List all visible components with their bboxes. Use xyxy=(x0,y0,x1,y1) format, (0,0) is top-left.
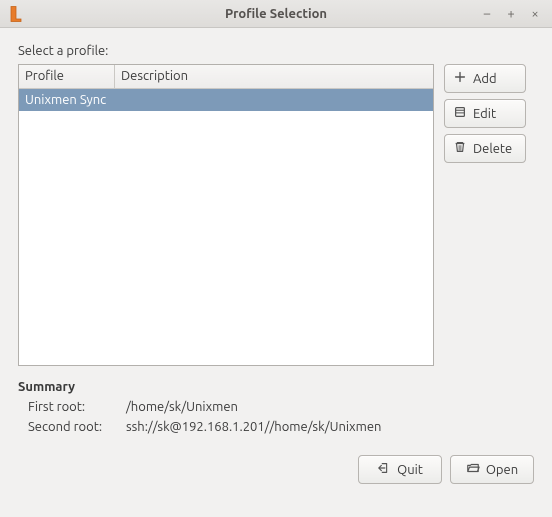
edit-icon xyxy=(453,105,467,122)
open-label: Open xyxy=(486,463,518,477)
plus-icon xyxy=(453,70,467,87)
second-root-value: ssh://sk@192.168.1.201//home/sk/Unixmen xyxy=(126,418,381,438)
minimize-button[interactable]: – xyxy=(480,7,494,21)
summary-first-root: First root: /home/sk/Unixmen xyxy=(28,398,534,418)
bottom-buttons: Quit Open xyxy=(18,455,534,484)
second-root-label: Second root: xyxy=(28,418,126,438)
first-root-label: First root: xyxy=(28,398,126,418)
open-icon xyxy=(466,461,480,478)
summary-section: Summary First root: /home/sk/Unixmen Sec… xyxy=(18,380,534,437)
profile-table[interactable]: Profile Description Unixmen Sync xyxy=(18,64,434,366)
app-icon xyxy=(6,4,26,24)
window-controls: – + × xyxy=(480,7,552,21)
close-button[interactable]: × xyxy=(528,7,542,21)
cell-profile: Unixmen Sync xyxy=(19,91,115,109)
table-header: Profile Description xyxy=(19,65,433,89)
select-profile-label: Select a profile: xyxy=(18,44,534,58)
titlebar: Profile Selection – + × xyxy=(0,0,552,28)
col-header-description[interactable]: Description xyxy=(115,65,433,88)
edit-label: Edit xyxy=(473,107,496,121)
window-title: Profile Selection xyxy=(0,7,552,21)
add-label: Add xyxy=(473,72,497,86)
summary-second-root: Second root: ssh://sk@192.168.1.201//hom… xyxy=(28,418,534,438)
maximize-button[interactable]: + xyxy=(504,7,518,21)
quit-icon xyxy=(377,461,391,478)
side-buttons: Add Edit Delete xyxy=(444,64,526,163)
delete-button[interactable]: Delete xyxy=(444,134,526,163)
main-row: Profile Description Unixmen Sync Add Edi… xyxy=(18,64,534,366)
quit-button[interactable]: Quit xyxy=(358,455,442,484)
add-button[interactable]: Add xyxy=(444,64,526,93)
summary-title: Summary xyxy=(18,380,534,394)
table-body: Unixmen Sync xyxy=(19,89,433,365)
edit-button[interactable]: Edit xyxy=(444,99,526,128)
cell-description xyxy=(115,98,433,102)
delete-label: Delete xyxy=(473,142,512,156)
quit-label: Quit xyxy=(397,463,423,477)
table-row[interactable]: Unixmen Sync xyxy=(19,89,433,111)
content-area: Select a profile: Profile Description Un… xyxy=(0,28,552,496)
trash-icon xyxy=(453,140,467,157)
col-header-profile[interactable]: Profile xyxy=(19,65,115,88)
first-root-value: /home/sk/Unixmen xyxy=(126,398,238,418)
open-button[interactable]: Open xyxy=(450,455,534,484)
